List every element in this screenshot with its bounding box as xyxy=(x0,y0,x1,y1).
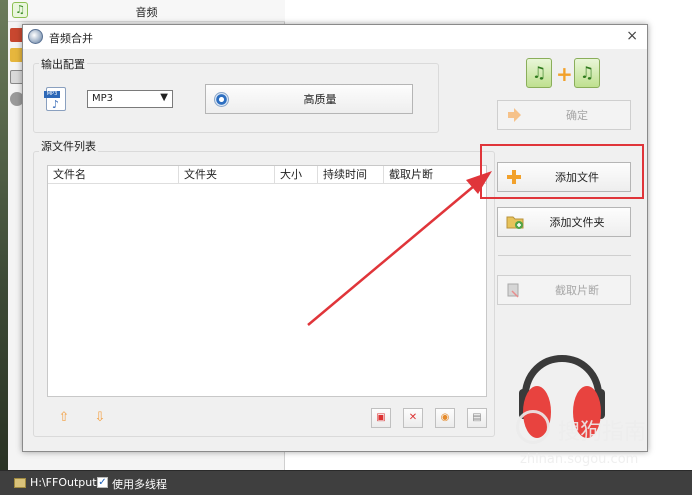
sogou-logo-icon xyxy=(516,410,550,444)
folder-icon[interactable] xyxy=(14,478,26,488)
mp3-format-icon: MP3 ♪ xyxy=(44,87,66,111)
cut-segment-icon xyxy=(506,282,522,298)
format-select-value: MP3 xyxy=(92,93,114,104)
table-header: 文件名 文件夹 大小 持续时间 截取片断 xyxy=(48,166,486,184)
side-divider xyxy=(498,255,631,256)
cut-segment-button[interactable]: 截取片断 xyxy=(497,275,631,305)
add-file-button[interactable]: 添加文件 xyxy=(497,162,631,192)
column-header-duration[interactable]: 持续时间 xyxy=(318,166,384,184)
desktop-wallpaper-strip xyxy=(0,0,8,470)
source-file-table[interactable]: 文件名 文件夹 大小 持续时间 截取片断 xyxy=(47,165,487,397)
quality-button-label: 高质量 xyxy=(303,93,337,106)
add-folder-icon xyxy=(506,214,524,230)
audio-file-icon-right: ♫ xyxy=(574,58,600,88)
watermark-text: 搜狗指南 xyxy=(558,420,647,445)
add-file-button-label: 添加文件 xyxy=(555,171,599,184)
column-header-segment[interactable]: 截取片断 xyxy=(384,166,486,184)
confirm-button[interactable]: 确定 xyxy=(497,100,631,130)
quality-button[interactable]: 高质量 xyxy=(205,84,413,114)
move-down-icon[interactable]: ⇩ xyxy=(92,410,108,426)
mp3-format-tag: MP3 xyxy=(44,91,60,98)
column-header-filename[interactable]: 文件名 xyxy=(48,166,179,184)
source-list-label: 源文件列表 xyxy=(39,138,98,154)
format-select[interactable]: MP3 ▼ xyxy=(87,90,173,108)
column-header-size[interactable]: 大小 xyxy=(275,166,318,184)
background-audio-row[interactable]: ♫ 音频 xyxy=(8,0,285,22)
clear-list-icon[interactable]: ✕ xyxy=(403,408,423,428)
close-icon[interactable]: × xyxy=(626,28,638,44)
play-icon[interactable]: ◉ xyxy=(435,408,455,428)
audio-row-label: 音频 xyxy=(135,6,158,19)
add-folder-button-label: 添加文件夹 xyxy=(549,216,605,229)
plus-icon: + xyxy=(556,62,573,86)
chevron-down-icon[interactable]: ▼ xyxy=(160,92,168,103)
audio-merge-dialog: 音频合并 × 输出配置 MP3 ♪ MP3 ▼ 高质量 源文件列表 文件名 文件… xyxy=(22,24,648,452)
column-header-folder[interactable]: 文件夹 xyxy=(179,166,275,184)
output-config-label: 输出配置 xyxy=(39,56,87,72)
watermark-url: zhinan.sogou.com xyxy=(520,452,639,467)
app-logo-icon xyxy=(28,29,43,44)
audio-merge-icon: ♫ + ♫ xyxy=(526,58,602,90)
confirm-button-label: 确定 xyxy=(566,109,588,122)
move-up-icon[interactable]: ⇧ xyxy=(56,410,72,426)
info-icon[interactable]: ▤ xyxy=(467,408,487,428)
music-note-icon: ♪ xyxy=(52,98,60,111)
status-bar: H:\FFOutput ✓ 使用多线程 xyxy=(0,470,692,495)
multithread-checkbox[interactable]: ✓ xyxy=(97,477,108,488)
cut-segment-button-label: 截取片断 xyxy=(555,284,599,297)
dialog-title: 音频合并 xyxy=(49,32,93,45)
audio-file-icon-left: ♫ xyxy=(526,58,552,88)
add-plus-icon xyxy=(506,169,522,185)
remove-item-icon[interactable]: ▣ xyxy=(371,408,391,428)
dialog-titlebar[interactable]: 音频合并 × xyxy=(23,25,647,49)
add-folder-button[interactable]: 添加文件夹 xyxy=(497,207,631,237)
multithread-label: 使用多线程 xyxy=(112,478,167,491)
output-path-label[interactable]: H:\FFOutput xyxy=(30,476,97,489)
confirm-arrow-icon xyxy=(506,107,522,123)
